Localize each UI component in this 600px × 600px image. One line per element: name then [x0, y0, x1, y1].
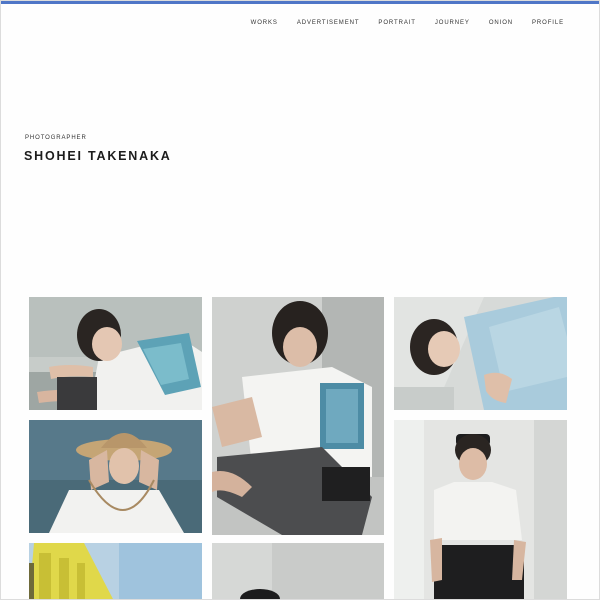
- gallery-photo-2[interactable]: [212, 297, 384, 535]
- gallery-photo-6[interactable]: [29, 543, 202, 599]
- gallery-photo-3[interactable]: [394, 297, 567, 410]
- main-nav: WORKS ADVERTISEMENT PORTRAIT JOURNEY ONI…: [232, 20, 564, 26]
- nav-item-profile[interactable]: PROFILE: [532, 20, 564, 26]
- nav-item-journey[interactable]: JOURNEY: [435, 20, 470, 26]
- nav-item-onion[interactable]: ONION: [489, 20, 513, 26]
- nav-item-works[interactable]: WORKS: [251, 20, 278, 26]
- page-frame: WORKS ADVERTISEMENT PORTRAIT JOURNEY ONI…: [0, 0, 600, 600]
- nav-item-advertisement[interactable]: ADVERTISEMENT: [297, 20, 360, 26]
- gallery-photo-1[interactable]: [29, 297, 202, 410]
- nav-item-portrait[interactable]: PORTRAIT: [378, 20, 415, 26]
- site-subtitle: PHOTOGRAPHER: [25, 135, 87, 141]
- gallery-photo-5[interactable]: [394, 420, 567, 599]
- gallery-photo-7[interactable]: [212, 543, 384, 599]
- gallery-photo-4[interactable]: [29, 420, 202, 533]
- site-title[interactable]: SHOHEI TAKENAKA: [24, 149, 172, 163]
- accent-top-bar: [1, 1, 599, 4]
